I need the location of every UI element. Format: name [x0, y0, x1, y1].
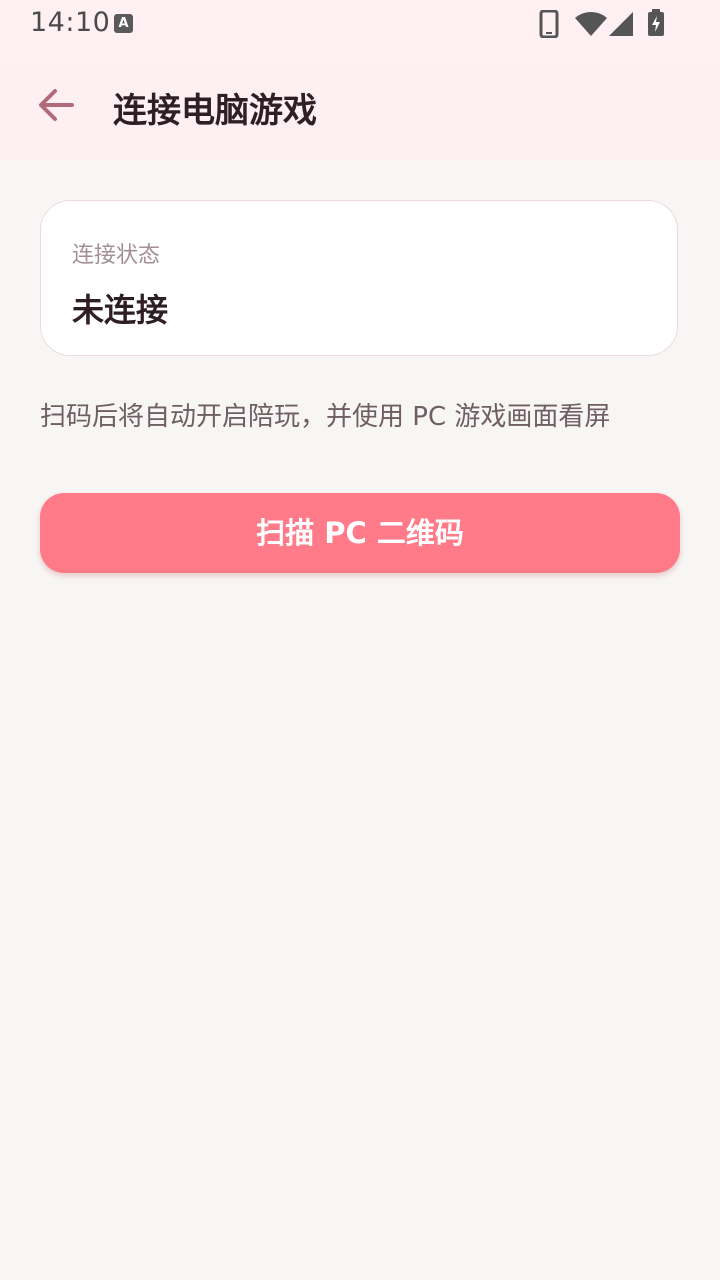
battery-charging-icon	[648, 9, 664, 36]
back-arrow-icon	[39, 89, 74, 121]
wifi-icon	[575, 12, 607, 36]
connection-status-card: 连接状态 未连接	[40, 200, 678, 356]
phone-icon	[539, 10, 559, 38]
status-time: 14:10	[30, 7, 111, 38]
a-icon: A	[114, 14, 133, 33]
back-button[interactable]	[24, 74, 88, 138]
connection-status-value: 未连接	[72, 291, 169, 329]
status-bar: 14:10 A	[0, 0, 720, 48]
scan-hint-text: 扫码后将自动开启陪玩，并使用 PC 游戏画面看屏	[40, 402, 611, 432]
top-header-background: 14:10 A 连接电脑游戏	[0, 0, 720, 160]
signal-icon	[609, 12, 633, 36]
page-title: 连接电脑游戏	[113, 91, 317, 131]
connection-status-label: 连接状态	[72, 243, 161, 268]
app-bar: 连接电脑游戏	[0, 58, 720, 154]
scan-pc-qr-button[interactable]: 扫描 PC 二维码	[40, 493, 680, 573]
